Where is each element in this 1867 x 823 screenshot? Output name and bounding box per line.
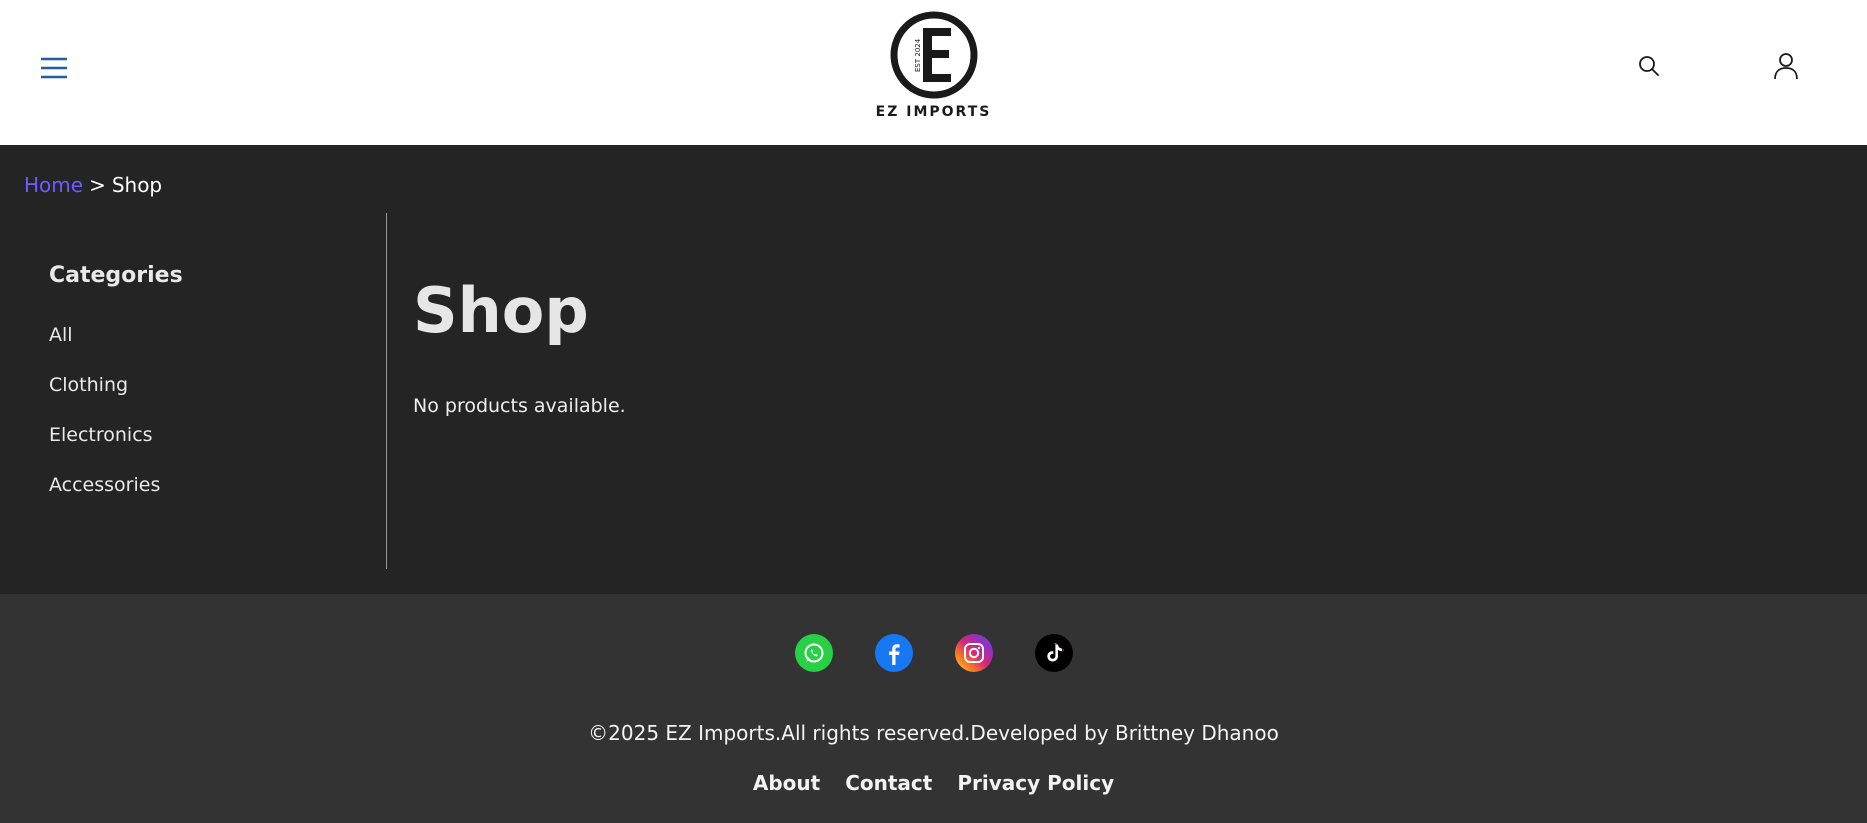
tiktok-button[interactable] xyxy=(1034,634,1073,672)
instagram-button[interactable] xyxy=(954,634,993,672)
site-logo[interactable]: EST 2024 EZ IMPORTS xyxy=(874,10,994,120)
site-footer: ©2025 EZ Imports.All rights reserved.Dev… xyxy=(0,594,1867,823)
facebook-icon xyxy=(888,644,900,665)
breadcrumb-home-link[interactable]: Home xyxy=(24,173,83,197)
logo-mark: EST 2024 xyxy=(890,11,977,99)
breadcrumb-separator: > xyxy=(89,173,106,197)
main-section: Home > Shop Categories All Clothing Electr… xyxy=(0,145,1867,594)
footer-link-contact[interactable]: Contact xyxy=(845,771,932,795)
search-icon xyxy=(1639,56,1659,76)
copyright-text: ©2025 EZ Imports.All rights reserved.Dev… xyxy=(588,721,1279,745)
category-sidebar: Categories All Clothing Electronics Acce… xyxy=(0,213,387,569)
hamburger-icon xyxy=(41,57,67,79)
menu-button[interactable] xyxy=(36,50,72,86)
page-title: Shop xyxy=(413,274,589,347)
whatsapp-icon xyxy=(804,643,823,663)
footer-link-privacy-policy[interactable]: Privacy Policy xyxy=(957,771,1114,795)
facebook-button[interactable] xyxy=(874,634,913,672)
logo-mark-text: EST 2024 xyxy=(914,38,922,72)
shop-content: Shop No products available. xyxy=(413,274,626,418)
category-list: All Clothing Electronics Accessories xyxy=(49,324,160,524)
footer-links: About Contact Privacy Policy xyxy=(0,771,1867,795)
tiktok-icon xyxy=(1046,643,1063,662)
social-links xyxy=(0,634,1867,672)
category-item-electronics[interactable]: Electronics xyxy=(49,424,160,474)
breadcrumb-current: Shop xyxy=(111,173,163,197)
categories-title: Categories xyxy=(49,263,183,288)
category-item-clothing[interactable]: Clothing xyxy=(49,374,160,424)
category-item-accessories[interactable]: Accessories xyxy=(49,474,160,524)
category-item-all[interactable]: All xyxy=(49,324,160,374)
logo-text: EZ IMPORTS xyxy=(875,104,992,120)
whatsapp-button[interactable] xyxy=(794,634,833,672)
breadcrumb: Home > Shop xyxy=(24,173,162,197)
instagram-icon xyxy=(963,643,984,663)
account-button[interactable] xyxy=(1770,50,1802,82)
footer-link-about[interactable]: About xyxy=(753,771,820,795)
search-button[interactable] xyxy=(1633,50,1665,82)
site-header: EST 2024 EZ IMPORTS xyxy=(0,0,1867,145)
empty-products-message: No products available. xyxy=(413,395,626,417)
user-icon xyxy=(1774,53,1798,80)
